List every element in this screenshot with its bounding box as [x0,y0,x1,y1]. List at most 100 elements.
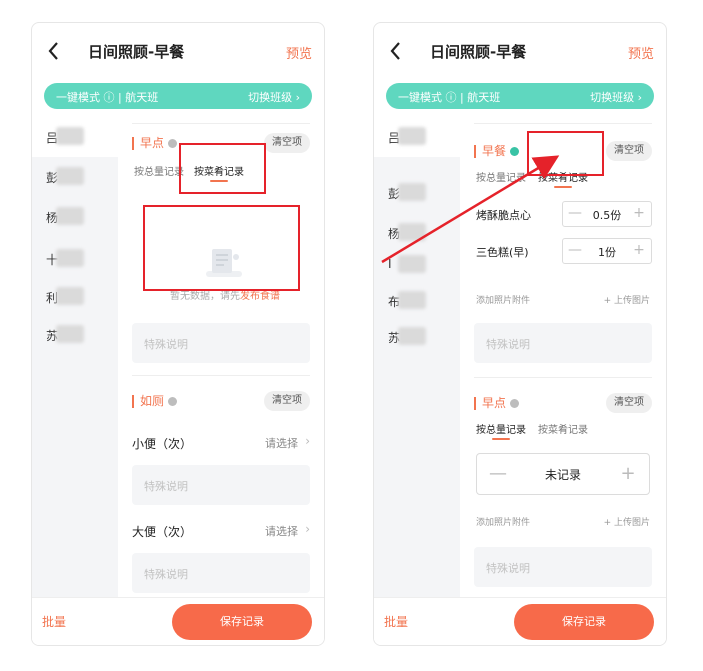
publish-recipe-link[interactable]: 发布食谱 [240,291,280,302]
tab-record-by-total[interactable]: 按总量记录 [476,169,526,184]
nav-header: 日间照顾-早餐 预览 [32,23,324,79]
urine-count-label: 小便（次） [132,437,193,451]
dish-name: 三色糕(早) [476,246,529,259]
batch-button[interactable]: 批量 [42,613,66,630]
divider [132,375,310,376]
sidebar-item-student[interactable]: 吕 [32,117,118,157]
annotation-box-empty-state [143,205,300,291]
tab-record-by-total[interactable]: 按总量记录 [134,163,184,178]
page-title: 日间照顾-早餐 [430,43,527,61]
stool-count-label: 大便（次） [132,525,193,539]
annotation-box-dish-tab-right [527,131,604,176]
clear-button[interactable]: 清空项 [264,391,310,411]
upload-image-button[interactable]: + 上传图片 [604,515,650,528]
blurred-name [398,291,426,309]
blurred-name [56,249,84,267]
upload-image-button[interactable]: + 上传图片 [604,293,650,306]
quantity-value: 1份 [598,246,616,259]
plus-icon[interactable]: + [613,463,643,484]
class-banner: 一键模式 ⓘ | 航天班 切换班级 › [386,83,654,109]
quantity-stepper[interactable]: — 0.5份 + [562,201,652,227]
tab-record-by-total[interactable]: 按总量记录 [476,421,526,440]
phone-screen-right: 日间照顾-早餐 预览 一键模式 ⓘ | 航天班 切换班级 › 吕 彭 杨 Ⅰ 布… [373,22,667,646]
blurred-name [398,183,426,201]
section-title-snack: 早点 [132,136,178,150]
chevron-left-icon[interactable] [44,39,64,63]
blurred-name [56,127,84,145]
stool-count-select[interactable]: 请选择 [265,523,298,539]
one-click-mode-label[interactable]: 一键模式 ⓘ | 航天班 [398,89,500,105]
empty-text: 暂无数据，请先 [170,291,240,302]
switch-class-button[interactable]: 切换班级 › [248,89,300,105]
tab-label: 按总量记录 [134,167,184,178]
blurred-name [398,223,426,241]
preview-button[interactable]: 预览 [286,43,312,62]
minus-icon[interactable]: — [565,205,585,221]
info-circle-icon[interactable] [168,139,178,148]
class-banner: 一键模式 ⓘ | 航天班 切换班级 › [44,83,312,109]
divider [474,377,652,378]
record-panel: 早餐 清空项 按总量记录 按菜肴记录 烤酥脆点心 — 0.5份 + 三色糕(早)… [460,117,666,600]
sidebar-item-student[interactable]: 杨 [32,197,118,237]
batch-button[interactable]: 批量 [384,613,408,630]
tab-underline [492,438,510,440]
special-note-input[interactable]: 特殊说明 [132,553,310,593]
clear-button[interactable]: 清空项 [264,133,310,153]
attach-photo-label: 添加照片附件 [476,518,531,528]
total-quantity-stepper[interactable]: — 未记录 + [476,453,650,495]
special-note-input[interactable]: 特殊说明 [132,323,310,363]
annotation-box-dish-tab-left [179,143,266,194]
section-title-toilet: 如厕 [132,394,178,408]
special-note-input[interactable]: 特殊说明 [132,465,310,505]
tab-label: 按总量记录 [476,425,526,436]
section-title-text: 如厕 [140,394,165,408]
section-title-snack: 早点 [474,396,520,410]
student-sidebar: 吕 彭 杨 Ⅰ 布 苏 [374,117,460,597]
blurred-name [398,255,426,273]
sidebar-item-student[interactable]: 苏 [32,315,118,355]
plus-icon[interactable]: + [629,242,649,258]
blurred-name [56,167,84,185]
minus-icon[interactable]: — [483,463,513,484]
sidebar-item-student[interactable]: 吕 [374,117,460,157]
clear-button[interactable]: 清空项 [606,141,652,161]
nav-header: 日间照顾-早餐 预览 [374,23,666,79]
quantity-stepper[interactable]: — 1份 + [562,238,652,264]
sidebar-item-student[interactable]: Ⅰ [374,245,460,285]
special-note-input[interactable]: 特殊说明 [474,323,652,363]
save-record-button[interactable]: 保存记录 [172,604,312,640]
section-title-text: 早点 [482,396,507,410]
one-click-mode-label[interactable]: 一键模式 ⓘ | 航天班 [56,89,158,105]
check-circle-icon [510,147,520,156]
plus-icon[interactable]: + [629,205,649,221]
sidebar-item-student[interactable]: 利 [32,277,118,317]
total-quantity-value: 未记录 [544,468,581,482]
bottom-action-bar: 批量 保存记录 [374,597,666,645]
quantity-value: 0.5份 [592,209,622,222]
info-circle-icon[interactable] [510,399,520,408]
section-title-text: 早点 [140,136,165,150]
special-note-input[interactable]: 特殊说明 [474,547,652,587]
student-name-initial: Ⅰ [388,257,392,271]
tab-underline [554,186,572,188]
sidebar-item-student[interactable]: 十 [32,239,118,279]
switch-class-button[interactable]: 切换班级 › [590,89,642,105]
save-record-button[interactable]: 保存记录 [514,604,654,640]
urine-count-select[interactable]: 请选择 [265,435,298,451]
chevron-right-icon: › [305,522,310,536]
chevron-right-icon: › [305,434,310,448]
sidebar-item-student[interactable]: 布 [374,281,460,321]
tab-record-by-dish[interactable]: 按菜肴记录 [538,421,588,436]
chevron-left-icon[interactable] [386,39,406,63]
clear-button[interactable]: 清空项 [606,393,652,413]
student-sidebar: 吕 彭 杨 十 利 苏 [32,117,118,597]
blurred-name [398,327,426,345]
minus-icon[interactable]: — [565,242,585,258]
attach-photo-label: 添加照片附件 [476,296,531,306]
info-circle-icon[interactable] [168,397,178,406]
sidebar-item-student[interactable]: 彭 [374,173,460,213]
placeholder: 特殊说明 [486,338,530,351]
sidebar-item-student[interactable]: 苏 [374,317,460,357]
preview-button[interactable]: 预览 [628,43,654,62]
sidebar-item-student[interactable]: 彭 [32,157,118,197]
